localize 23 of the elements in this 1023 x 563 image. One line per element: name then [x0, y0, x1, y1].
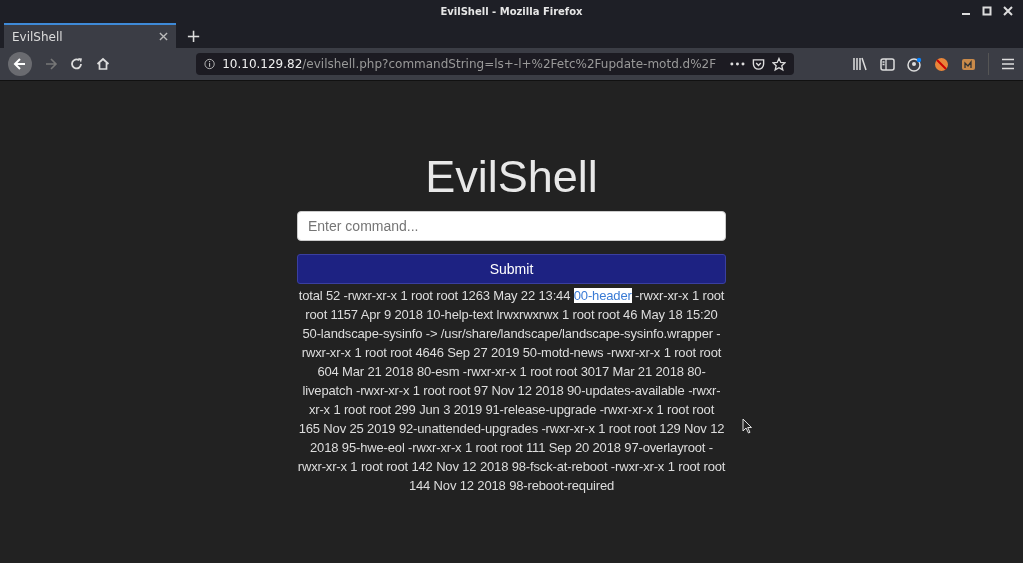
page-heading: EvilShell — [424, 151, 599, 203]
reload-icon[interactable] — [70, 57, 84, 71]
submit-button[interactable]: Submit — [297, 254, 726, 284]
home-icon[interactable] — [96, 57, 110, 71]
new-tab-button[interactable]: + — [176, 23, 212, 48]
sidebar-icon[interactable] — [880, 57, 895, 71]
browser-tab[interactable]: EvilShell — [4, 23, 176, 48]
command-output: total 52 -rwxr-xr-x 1 root root 1263 May 22 13:44 00-header -rwxr-xr-x 1 root root 1157 Apr 9 2018 10-help-text lrwxrwxrwx 1 root root 46 May 18 15:20 50-landscape-sysinfo -> /usr/share/landscape/landscape-sysinfo.wrapper -rwxr-xr-x 1 root root 4646 Sep 27 2019 50-motd-news -rwxr-xr-x 1 root root 604 Mar 21 2018 80-esm -rwxr-xr-x 1 root root 3017 Mar 21 2018 80-livepatch -rwxr-xr-x 1 root root 97 Nov 12 2018 90-updates-available -rwxr-xr-x 1 root root 299 Jun 3 2019 91-release-upgrade -rwxr-xr-x 1 root root 165 Nov 25 2019 92-unattended-upgrades -rwxr-xr-x 1 root root 129 Nov 12 2018 95-hwe-eol -rwxr-xr-x 1 root root 111 Sep 20 2018 97-overlayroot -rwxr-xr-x 1 root root 142 Nov 12 2018 98-fsck-at-reboot -rwxr-xr-x 1 root root 144 Nov 12 2018 98-reboot-required — [297, 287, 726, 495]
back-icon — [13, 57, 27, 71]
menu-icon[interactable] — [1001, 58, 1015, 70]
address-bar[interactable]: 10.10.129.82/evilshell.php?commandString=ls+-l+%2Fetc%2Fupdate-motd.d%2F — [196, 53, 794, 75]
close-icon[interactable] — [159, 32, 168, 41]
extension-icon[interactable] — [934, 56, 949, 72]
extension-icon[interactable] — [961, 57, 976, 71]
back-button[interactable] — [8, 52, 32, 76]
account-icon[interactable] — [907, 56, 922, 72]
command-field[interactable]: Enter command... — [297, 211, 726, 241]
maximize-icon[interactable] — [982, 6, 992, 16]
mouse-pointer-icon — [742, 418, 753, 434]
forward-icon[interactable] — [44, 57, 58, 71]
window-title: EvilShell - Mozilla Firefox — [440, 6, 583, 17]
library-icon[interactable] — [852, 57, 868, 71]
close-icon[interactable] — [1003, 6, 1013, 16]
